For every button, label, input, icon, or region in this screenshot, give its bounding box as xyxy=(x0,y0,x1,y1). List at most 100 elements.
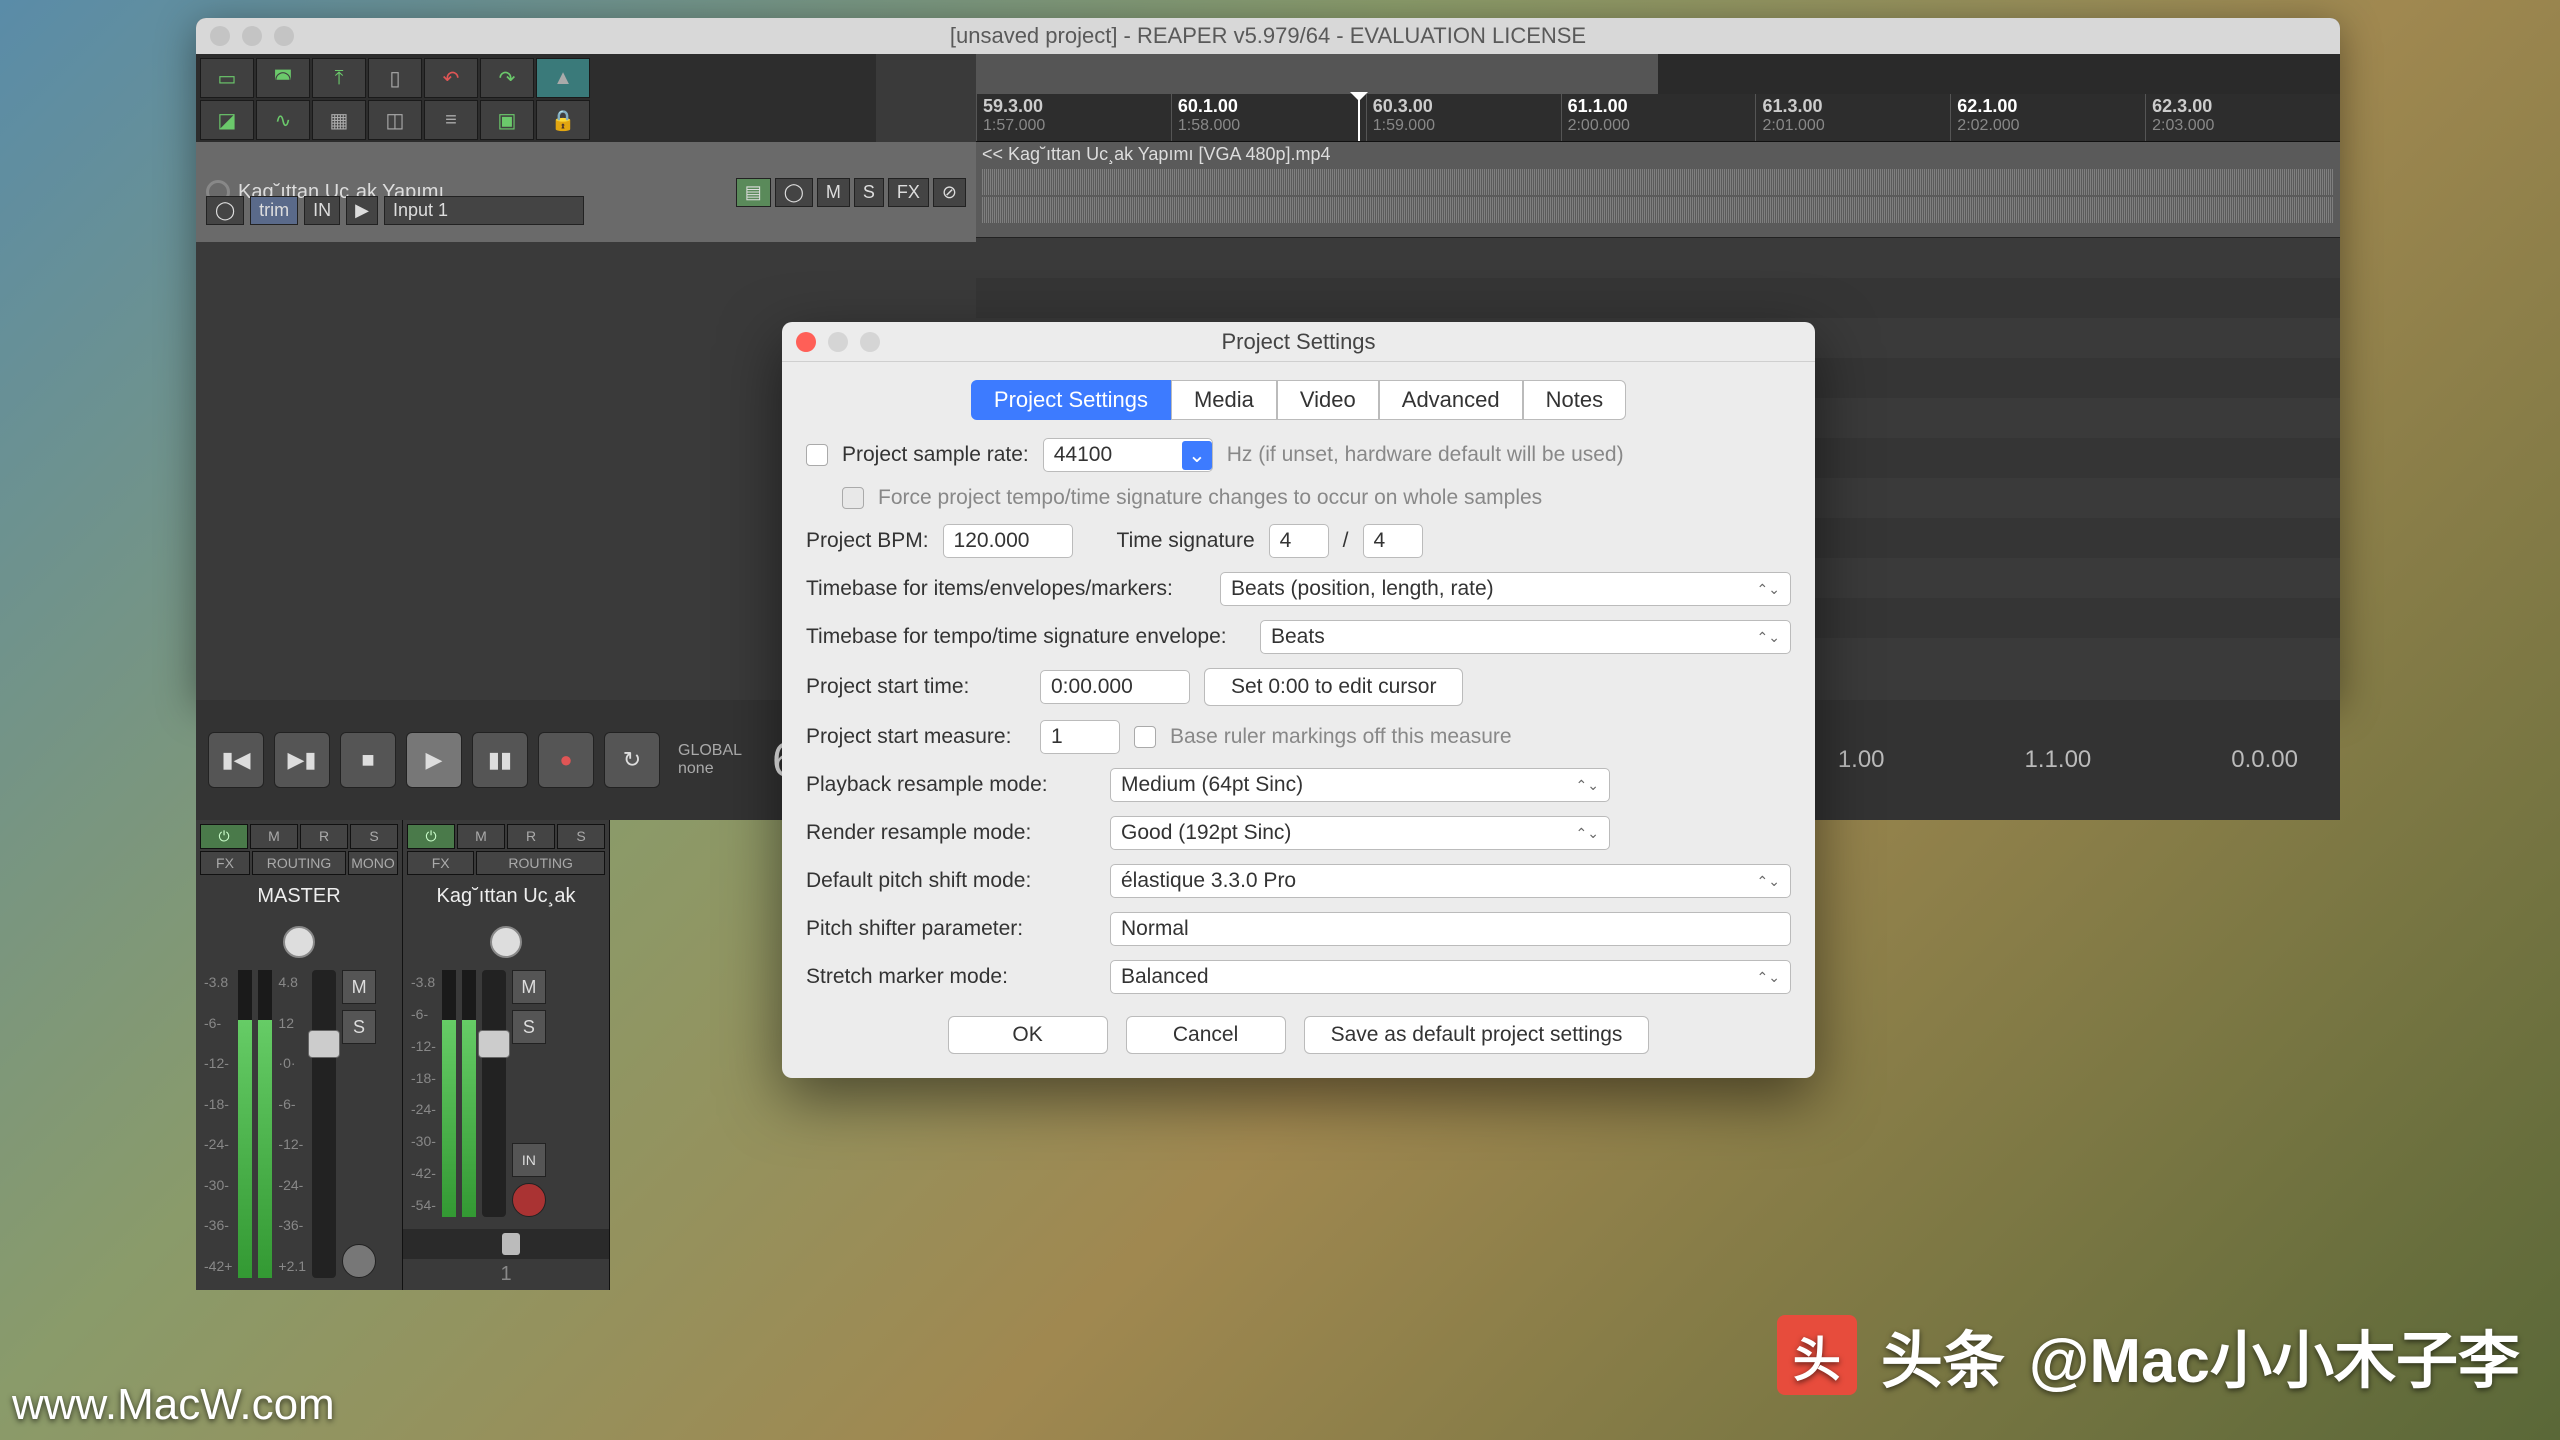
go-end-icon[interactable]: ▶▮ xyxy=(274,732,330,788)
save-project-icon[interactable]: ⤒ xyxy=(312,58,366,98)
close-icon[interactable] xyxy=(796,332,816,352)
redo-icon[interactable]: ↷ xyxy=(480,58,534,98)
record-button[interactable]: ● xyxy=(538,732,594,788)
routing-button[interactable]: ROUTING xyxy=(476,851,605,875)
power-icon[interactable]: ⏻ xyxy=(407,824,455,849)
timesig-den-input[interactable]: 4 xyxy=(1363,524,1423,558)
tab-notes[interactable]: Notes xyxy=(1523,380,1626,420)
minimize-traffic-icon[interactable] xyxy=(242,26,262,46)
mute-button[interactable]: M xyxy=(457,824,505,849)
repeat-button[interactable]: ↻ xyxy=(604,732,660,788)
in-button[interactable]: IN xyxy=(512,1143,546,1177)
solo-button[interactable]: S xyxy=(512,1010,546,1044)
rec-arm-icon[interactable] xyxy=(512,1183,546,1217)
stop-button[interactable]: ■ xyxy=(340,732,396,788)
minimize-icon[interactable] xyxy=(828,332,848,352)
power-icon[interactable]: ⏻ xyxy=(200,824,248,849)
volume-fader[interactable] xyxy=(312,970,336,1278)
zoom-icon[interactable] xyxy=(860,332,880,352)
zoom-traffic-icon[interactable] xyxy=(274,26,294,46)
volume-fader[interactable] xyxy=(482,970,506,1217)
set-cursor-button[interactable]: Set 0:00 to edit cursor xyxy=(1204,668,1463,706)
timebase-tempo-select[interactable]: Beats⌃⌄ xyxy=(1260,620,1791,654)
start-measure-input[interactable]: 1 xyxy=(1040,720,1120,754)
in-button[interactable]: IN xyxy=(304,196,340,225)
metronome-icon[interactable]: ▲ xyxy=(536,58,590,98)
pan-slider[interactable] xyxy=(403,1229,609,1259)
lock-icon[interactable]: 🔒 xyxy=(536,100,590,140)
track-control-panel[interactable]: Kag˘ıttan Uc¸ak Yapımı ▤ ◯ M S FX ⊘ ◯ tr… xyxy=(196,142,976,242)
playhead-icon[interactable] xyxy=(1358,94,1360,141)
timesig-num-input[interactable]: 4 xyxy=(1269,524,1329,558)
base-ruler-checkbox[interactable] xyxy=(1134,726,1156,748)
input-select[interactable]: Input 1 xyxy=(384,196,584,225)
sample-rate-select[interactable]: 44100⌄ xyxy=(1043,438,1213,472)
fx-button[interactable]: FX xyxy=(888,178,929,207)
modal-titlebar[interactable]: Project Settings xyxy=(782,322,1815,362)
fx-button[interactable]: FX xyxy=(407,851,474,875)
playback-resample-select[interactable]: Medium (64pt Sinc)⌃⌄ xyxy=(1110,768,1610,802)
rec-button[interactable]: R xyxy=(507,824,555,849)
monitor-icon[interactable]: ▶ xyxy=(346,196,378,225)
solo-button[interactable]: S xyxy=(557,824,605,849)
grid-icon[interactable]: ▦ xyxy=(312,100,366,140)
project-settings-icon[interactable]: ▯ xyxy=(368,58,422,98)
mute-button[interactable]: M xyxy=(512,970,546,1004)
tab-project-settings[interactable]: Project Settings xyxy=(971,380,1171,420)
stretch-select[interactable]: Balanced⌃⌄ xyxy=(1110,960,1791,994)
trim-button[interactable]: trim xyxy=(250,196,298,225)
pause-button[interactable]: ▮▮ xyxy=(472,732,528,788)
autocrossfade-icon[interactable]: ◪ xyxy=(200,100,254,140)
tab-video[interactable]: Video xyxy=(1277,380,1379,420)
undo-icon[interactable]: ↶ xyxy=(424,58,478,98)
fx-button[interactable]: FX xyxy=(200,851,250,875)
mute-button[interactable]: M xyxy=(250,824,298,849)
cancel-button[interactable]: Cancel xyxy=(1126,1016,1286,1054)
timebase-items-select[interactable]: Beats (position, length, rate)⌃⌄ xyxy=(1220,572,1791,606)
mute-button[interactable]: M xyxy=(342,970,376,1004)
go-start-icon[interactable]: ▮◀ xyxy=(208,732,264,788)
level-meter xyxy=(238,970,252,1278)
pan-knob-icon[interactable] xyxy=(490,926,522,958)
env-icon[interactable]: ◯ xyxy=(206,196,244,225)
output-icon[interactable] xyxy=(342,1244,376,1278)
main-titlebar[interactable]: [unsaved project] - REAPER v5.979/64 - E… xyxy=(196,18,2340,54)
solo-button[interactable]: S xyxy=(854,178,884,207)
close-traffic-icon[interactable] xyxy=(210,26,230,46)
ripple-icon[interactable]: ≡ xyxy=(424,100,478,140)
tab-media[interactable]: Media xyxy=(1171,380,1277,420)
media-item[interactable]: << Kag˘ıttan Uc¸ak Yapımı [VGA 480p].mp4 xyxy=(976,142,2340,237)
start-time-input[interactable]: 0:00.000 xyxy=(1040,670,1190,704)
ok-button[interactable]: OK xyxy=(948,1016,1108,1054)
bpm-input[interactable]: 120.000 xyxy=(943,524,1073,558)
automation-mode[interactable]: none xyxy=(678,760,742,778)
mono-button[interactable]: MONO xyxy=(348,851,398,875)
group-icon[interactable]: ▣ xyxy=(480,100,534,140)
routing-button[interactable]: ROUTING xyxy=(252,851,346,875)
save-default-button[interactable]: Save as default project settings xyxy=(1304,1016,1650,1054)
solo-button[interactable]: S xyxy=(350,824,398,849)
mixer-channel-master[interactable]: ⏻ M R S FX ROUTING MONO MASTER -3.8-6--1… xyxy=(196,820,403,1290)
pan-knob-icon[interactable] xyxy=(283,926,315,958)
horizontal-scrollbar[interactable] xyxy=(976,54,2340,94)
render-resample-select[interactable]: Good (192pt Sinc)⌃⌄ xyxy=(1110,816,1610,850)
timeline-ruler[interactable]: 59.3.001:57.000 60.1.001:58.000 60.3.001… xyxy=(976,94,2340,142)
mute-button[interactable]: M xyxy=(817,178,850,207)
pitch-mode-select[interactable]: élastique 3.3.0 Pro⌃⌄ xyxy=(1110,864,1791,898)
sample-rate-checkbox[interactable] xyxy=(806,444,828,466)
route-button[interactable]: ▤ xyxy=(736,178,771,207)
tab-advanced[interactable]: Advanced xyxy=(1379,380,1523,420)
rec-button[interactable]: R xyxy=(300,824,348,849)
solo-button[interactable]: S xyxy=(342,1010,376,1044)
new-project-icon[interactable]: ▭ xyxy=(200,58,254,98)
open-project-icon[interactable]: ◚ xyxy=(256,58,310,98)
snap-icon[interactable]: ◫ xyxy=(368,100,422,140)
mixer-channel-track[interactable]: ⏻ M R S FX ROUTING Kag˘ıttan Uc¸ak -3.8-… xyxy=(403,820,610,1290)
volume-knob-icon[interactable]: ◯ xyxy=(775,178,813,207)
envelope-icon[interactable]: ∿ xyxy=(256,100,310,140)
pitch-param-select[interactable]: Normal xyxy=(1110,912,1791,946)
play-button[interactable]: ▶ xyxy=(406,732,462,788)
track-lane[interactable]: << Kag˘ıttan Uc¸ak Yapımı [VGA 480p].mp4 xyxy=(976,142,2340,238)
phase-icon[interactable]: ⊘ xyxy=(933,178,966,207)
level-meter xyxy=(462,970,476,1217)
